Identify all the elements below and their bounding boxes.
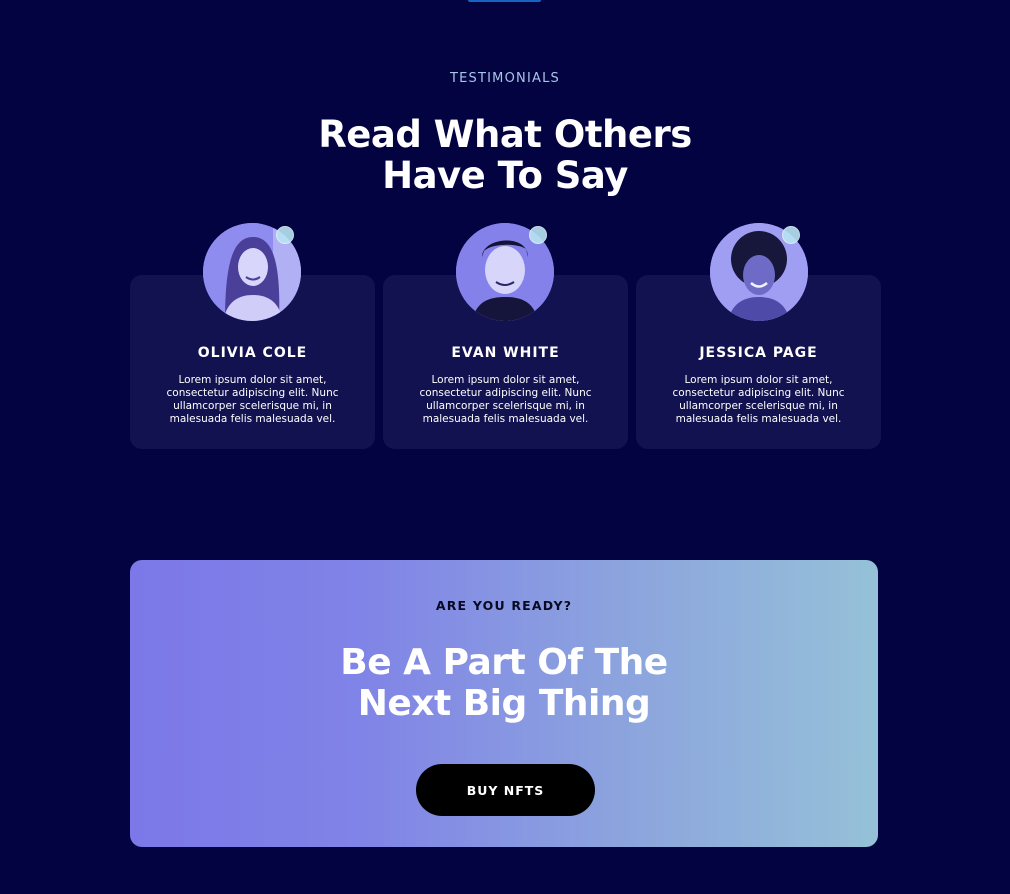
status-dot-icon [782,226,800,244]
cta-banner: ARE YOU READY? Be A Part Of The Next Big… [130,560,878,847]
testimonial-name: JESSICA PAGE [699,345,818,361]
testimonials-title-line-2: Have To Say [382,154,628,197]
testimonial-name: OLIVIA COLE [197,345,308,361]
buy-nfts-button[interactable]: BUY NFTS [416,764,595,816]
status-dot-icon [276,226,294,244]
cta-title-line-1: Be A Part Of The [340,642,668,683]
testimonial-quote: Lorem ipsum dolor sit amet, consectetur … [419,374,592,425]
testimonial-name: EVAN WHITE [451,345,560,361]
testimonials-title-line-1: Read What Others [318,113,692,156]
testimonial-quote: Lorem ipsum dolor sit amet, consectetur … [672,374,845,425]
top-accent-bar [468,0,541,2]
testimonials-title: Read What Others Have To Say [255,114,755,196]
cta-title-line-2: Next Big Thing [357,683,651,724]
cta-title: Be A Part Of The Next Big Thing [304,642,704,724]
cta-eyebrow: ARE YOU READY? [435,598,573,613]
status-dot-icon [529,226,547,244]
testimonials-eyebrow: TESTIMONIALS [450,71,560,86]
testimonial-quote: Lorem ipsum dolor sit amet, consectetur … [166,374,339,425]
